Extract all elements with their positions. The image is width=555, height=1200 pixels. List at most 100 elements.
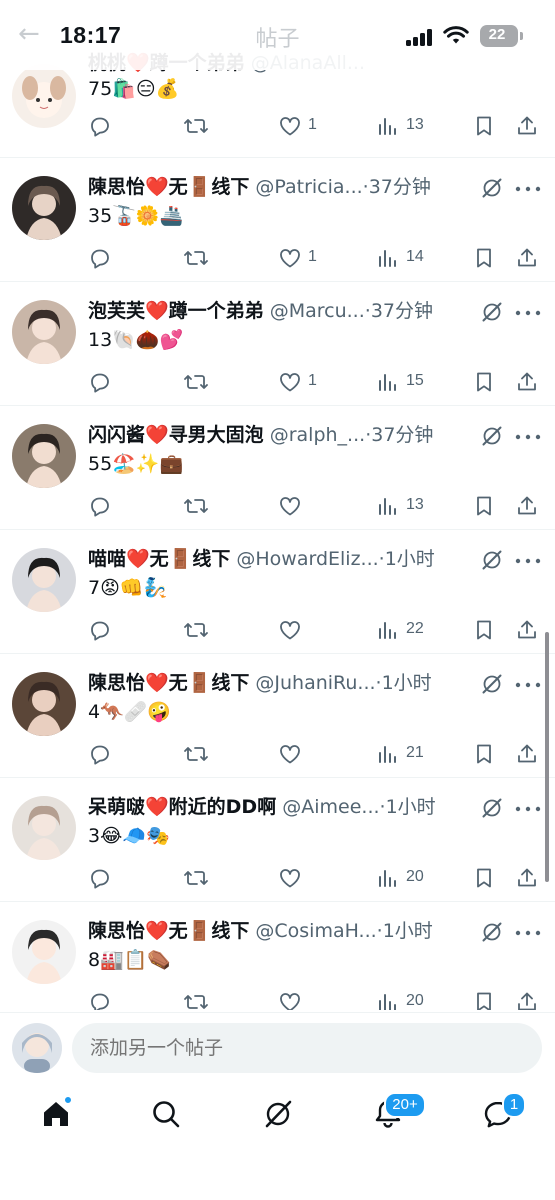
post-text: 13🐚🌰💕	[88, 329, 184, 351]
display-name[interactable]: 陳思怡❤️无🚪线下	[88, 672, 249, 694]
grok-icon[interactable]	[480, 424, 504, 448]
grok-icon[interactable]	[480, 300, 504, 324]
nav-home[interactable]	[40, 1096, 76, 1134]
share-icon	[518, 372, 536, 391]
post-text: 8🏭📋⚰️	[88, 949, 172, 971]
scrollbar-thumb[interactable]	[545, 632, 549, 882]
user-handle[interactable]: @ralph_...	[270, 424, 365, 446]
heart-icon	[280, 869, 300, 888]
post-time[interactable]: 37分钟	[369, 176, 431, 198]
status-time: 18:17	[60, 22, 122, 48]
post-time[interactable]: 37分钟	[371, 300, 433, 322]
more-icon[interactable]	[515, 682, 541, 688]
post-actions: 21	[0, 740, 555, 770]
avatar[interactable]	[12, 548, 76, 612]
display-name[interactable]: 泡芙芙❤️蹲一个弟弟	[88, 300, 264, 322]
post-item[interactable]: 泡芙芙❤️蹲一个弟弟 @Marcu...·37分钟 13🐚🌰💕 1 15	[0, 282, 555, 406]
nav-search[interactable]	[150, 1098, 186, 1134]
display-name[interactable]: 陳思怡❤️无🚪线下	[88, 176, 249, 198]
reply-icon	[91, 745, 109, 765]
grok-icon[interactable]	[480, 176, 504, 200]
grok-icon[interactable]	[480, 920, 504, 944]
views-icon	[379, 622, 396, 639]
nav-notifications[interactable]: 20+	[372, 1092, 426, 1134]
display-name[interactable]: 陳思怡❤️无🚪线下	[88, 920, 249, 942]
post-actions: 1 14	[0, 244, 555, 274]
nav-grok[interactable]	[262, 1098, 298, 1134]
post-header: 闪闪酱❤️寻男大固泡 @ralph_...·37分钟	[88, 420, 488, 450]
post-time[interactable]: 1小时	[383, 920, 433, 942]
wifi-icon	[443, 26, 469, 44]
avatar[interactable]	[12, 796, 76, 860]
post-text: 35🚡🌼🚢	[88, 205, 184, 227]
nav-messages[interactable]: 1	[482, 1092, 526, 1134]
display-name[interactable]: 闪闪酱❤️寻男大固泡	[88, 424, 264, 446]
bookmark-icon	[477, 992, 491, 1010]
post-item[interactable]: 闪闪酱❤️寻男大固泡 @ralph_...·37分钟 55🏖️✨💼 13	[0, 406, 555, 530]
post-time[interactable]: 1小时	[382, 672, 432, 694]
post-time[interactable]: 1小时	[386, 796, 436, 818]
views-icon	[379, 374, 396, 391]
post-header: 喵喵❤️无🚪线下 @HowardEliz...·1小时	[88, 544, 488, 574]
grok-icon[interactable]	[480, 796, 504, 820]
bookmark-icon	[477, 248, 491, 268]
views-icon	[379, 870, 396, 887]
more-icon[interactable]	[515, 558, 541, 564]
more-icon[interactable]	[515, 806, 541, 812]
arrow-left-icon[interactable]: ←	[18, 19, 40, 49]
avatar[interactable]	[12, 920, 76, 984]
post-actions: 1 13	[0, 112, 555, 142]
reply-input[interactable]	[72, 1023, 542, 1073]
my-avatar[interactable]	[12, 1023, 62, 1073]
post-header: 泡芙芙❤️蹲一个弟弟 @Marcu...·37分钟	[88, 296, 488, 326]
heart-icon	[280, 993, 300, 1010]
repost-icon	[184, 747, 208, 761]
reply-composer	[0, 1012, 555, 1082]
avatar[interactable]	[12, 672, 76, 736]
views-count: 14	[406, 248, 424, 265]
avatar[interactable]	[12, 300, 76, 364]
reply-icon	[91, 373, 109, 393]
user-handle[interactable]: @Marcu...	[270, 300, 365, 322]
post-item[interactable]: 陳思怡❤️无🚪线下 @CosimaH...·1小时 8🏭📋⚰️ 20	[0, 902, 555, 1010]
avatar[interactable]	[12, 424, 76, 488]
bottom-nav: 20+ 1	[0, 1082, 555, 1200]
user-handle[interactable]: @Aimee...	[282, 796, 379, 818]
avatar[interactable]	[12, 176, 76, 240]
more-icon[interactable]	[515, 310, 541, 316]
repost-icon	[184, 251, 208, 265]
user-handle[interactable]: @CosimaH...	[255, 920, 376, 942]
repost-icon	[184, 375, 208, 389]
heart-icon	[280, 497, 300, 516]
reply-icon	[91, 497, 109, 517]
user-handle[interactable]: @HowardEliz...	[236, 548, 378, 570]
user-handle[interactable]: @Patricia...	[255, 176, 362, 198]
display-name[interactable]: 呆萌啵❤️附近的DD啊	[88, 796, 276, 818]
post-feed[interactable]: 桃桃❤️蹲一个弟弟 @AlanaAll... 75🛍️😑💰 1 13 陳思怡❤️…	[0, 0, 555, 1010]
post-item[interactable]: 陳思怡❤️无🚪线下 @JuhaniRu...·1小时 4🦘🩹🤪 21	[0, 654, 555, 778]
views-count: 20	[406, 868, 424, 885]
battery-tip	[520, 32, 523, 40]
more-icon[interactable]	[515, 434, 541, 440]
views-icon	[379, 118, 396, 135]
post-header: 陳思怡❤️无🚪线下 @Patricia...·37分钟	[88, 172, 488, 202]
grok-icon[interactable]	[480, 672, 504, 696]
user-handle[interactable]: @JuhaniRu...	[255, 672, 375, 694]
status-bar: ← 帖子 18:17 22	[0, 0, 555, 70]
post-actions: 20	[0, 988, 555, 1010]
post-item[interactable]: 喵喵❤️无🚪线下 @HowardEliz...·1小时 7😡👊🧞 22	[0, 530, 555, 654]
repost-icon	[184, 623, 208, 637]
views-count: 22	[406, 620, 424, 637]
grok-icon[interactable]	[480, 548, 504, 572]
display-name[interactable]: 喵喵❤️无🚪线下	[88, 548, 230, 570]
post-actions: 20	[0, 864, 555, 894]
post-time[interactable]: 1小时	[385, 548, 435, 570]
post-time[interactable]: 37分钟	[371, 424, 433, 446]
more-icon[interactable]	[515, 186, 541, 192]
more-icon[interactable]	[515, 930, 541, 936]
bookmark-icon	[477, 116, 491, 136]
reply-icon	[91, 869, 109, 889]
post-item[interactable]: 呆萌啵❤️附近的DD啊 @Aimee...·1小时 3😂🧢🎭 20	[0, 778, 555, 902]
heart-icon	[280, 373, 300, 392]
post-item[interactable]: 陳思怡❤️无🚪线下 @Patricia...·37分钟 35🚡🌼🚢 1 14	[0, 158, 555, 282]
